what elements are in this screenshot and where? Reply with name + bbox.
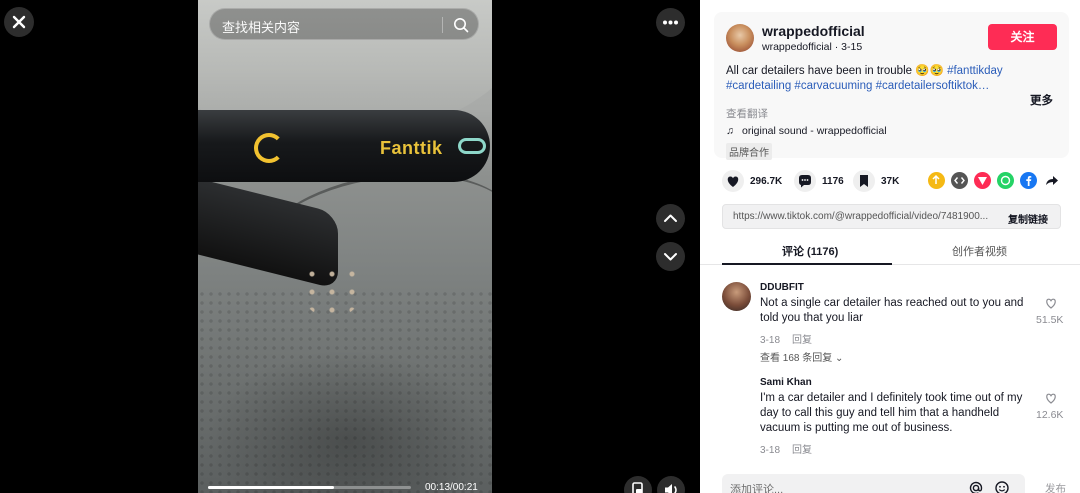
- send-share-button[interactable]: [974, 172, 991, 189]
- author-name[interactable]: wrappedofficial: [762, 23, 865, 39]
- seat-pattern: [198, 290, 492, 493]
- comment-like-icon[interactable]: [1044, 391, 1058, 405]
- comment-count: 1176: [822, 176, 844, 187]
- tab-active-indicator: [722, 263, 892, 265]
- chevron-down-icon: [664, 253, 677, 261]
- chevron-up-icon: [664, 214, 677, 222]
- comment-button[interactable]: [794, 170, 816, 192]
- more-share-button[interactable]: [1043, 172, 1060, 189]
- copy-link-button[interactable]: 复制链接: [1008, 211, 1048, 226]
- caption-more-button[interactable]: 更多: [1030, 92, 1053, 108]
- close-icon: [12, 15, 26, 29]
- facebook-icon: [1026, 176, 1032, 186]
- commenter-avatar[interactable]: [722, 282, 751, 311]
- music-note-icon: ♫: [726, 125, 734, 137]
- sound-label: original sound - wrappedofficial: [742, 125, 887, 137]
- search-box[interactable]: 查找相关内容: [209, 8, 479, 40]
- close-button[interactable]: [4, 7, 34, 37]
- previous-video-button[interactable]: [656, 204, 685, 233]
- hashtag[interactable]: #cardetailing: [726, 80, 791, 92]
- caption-text: All car detailers have been in trouble 🥹…: [726, 65, 948, 77]
- comment-meta: 3-18 回复: [760, 441, 812, 456]
- embed-share-button[interactable]: [951, 172, 968, 189]
- follow-button[interactable]: 关注: [988, 24, 1057, 50]
- comment-meta: 3-18 回复: [760, 331, 812, 346]
- mention-icon[interactable]: [968, 480, 984, 493]
- mini-player-button[interactable]: [624, 476, 652, 493]
- commenter-name[interactable]: Sami Khan: [760, 377, 812, 388]
- comment-text: Not a single car detailer has reached ou…: [760, 297, 1024, 324]
- comment-date: 3-18: [760, 335, 781, 346]
- commenter-name[interactable]: DDUBFIT: [760, 282, 804, 293]
- tab-comments[interactable]: 评论 (1176): [782, 243, 838, 259]
- brand-partnership-tag: 品牌合作: [726, 143, 772, 160]
- save-button[interactable]: [853, 170, 875, 192]
- video-progress-fill: [208, 486, 334, 489]
- info-panel: wrappedofficial wrappedofficial · 3-15 关…: [700, 0, 1080, 493]
- search-divider: [442, 17, 443, 33]
- sound-row[interactable]: ♫ original sound - wrappedofficial: [726, 125, 887, 137]
- whatsapp-icon: [1000, 175, 1011, 186]
- view-replies-button[interactable]: 查看 168 条回复 ⌄: [760, 349, 843, 364]
- reply-button[interactable]: 回复: [792, 335, 812, 346]
- video-player[interactable]: Fanttik: [198, 0, 492, 493]
- share-arrow-icon: [1046, 176, 1058, 185]
- video-stage: Fanttik 查找相关内容 00:13/00:21: [0, 0, 700, 493]
- comment-tabs: 评论 (1176) 创作者视频: [700, 237, 1080, 265]
- repost-icon: [932, 174, 940, 184]
- code-icon: [954, 177, 965, 184]
- reply-button[interactable]: 回复: [792, 445, 812, 456]
- comment-like-count: 51.5K: [1036, 314, 1064, 326]
- facebook-share-button[interactable]: [1020, 172, 1037, 189]
- repost-share-button[interactable]: [928, 172, 945, 189]
- hashtag[interactable]: #carvacuuming: [794, 80, 872, 92]
- search-input[interactable]: 查找相关内容: [222, 17, 300, 36]
- save-count: 37K: [881, 176, 900, 187]
- more-icon: [663, 20, 678, 25]
- volume-button[interactable]: [657, 476, 685, 493]
- comment-date: 3-18: [760, 445, 781, 456]
- author-card: wrappedofficial wrappedofficial · 3-15 关…: [714, 12, 1069, 160]
- comment-text: I'm a car detailer and I definitely took…: [760, 392, 1023, 434]
- vacuum-brand-text: Fanttik: [380, 138, 443, 158]
- tab-creator-videos[interactable]: 创作者视频: [952, 243, 1007, 259]
- video-time: 00:13/00:21: [425, 482, 478, 493]
- comment-icon: [799, 175, 811, 188]
- chevron-down-icon: ⌄: [835, 353, 844, 364]
- emoji-icon[interactable]: [994, 480, 1010, 493]
- next-video-button[interactable]: [656, 242, 685, 271]
- post-comment-button[interactable]: 发布: [1045, 481, 1066, 493]
- comment-input-bar[interactable]: 添加评论...: [722, 474, 1025, 493]
- vacuum-led: [458, 138, 486, 154]
- send-icon: [978, 177, 987, 185]
- more-options-button[interactable]: [656, 8, 685, 37]
- video-link-url[interactable]: https://www.tiktok.com/@wrappedofficial/…: [733, 211, 993, 222]
- author-meta: wrappedofficial · 3-15: [762, 41, 863, 53]
- mini-player-icon: [632, 482, 643, 493]
- like-button[interactable]: [722, 170, 744, 192]
- volume-icon: [665, 484, 677, 493]
- video-caption: All car detailers have been in trouble 🥹…: [726, 64, 1018, 94]
- like-count: 296.7K: [750, 176, 783, 187]
- search-icon[interactable]: [452, 16, 470, 34]
- comment-like-count: 12.6K: [1036, 409, 1064, 421]
- vacuum-body: [198, 110, 490, 182]
- hashtag[interactable]: #cardetailersoftiktok…: [876, 80, 990, 92]
- bookmark-icon: [860, 175, 868, 187]
- view-replies-label: 查看 168 条回复: [760, 353, 833, 364]
- comment-like-icon[interactable]: [1044, 296, 1058, 310]
- comment-input[interactable]: 添加评论...: [730, 481, 783, 493]
- video-progress-bar[interactable]: [208, 486, 411, 489]
- translate-link[interactable]: 查看翻译: [726, 106, 768, 121]
- hashtag[interactable]: #fanttikday: [947, 65, 1003, 77]
- debris: [302, 262, 362, 318]
- whatsapp-share-button[interactable]: [997, 172, 1014, 189]
- heart-icon: [727, 176, 739, 187]
- vacuum-ring: [254, 133, 284, 163]
- author-avatar[interactable]: [726, 24, 754, 52]
- video-link-box: https://www.tiktok.com/@wrappedofficial/…: [722, 204, 1061, 229]
